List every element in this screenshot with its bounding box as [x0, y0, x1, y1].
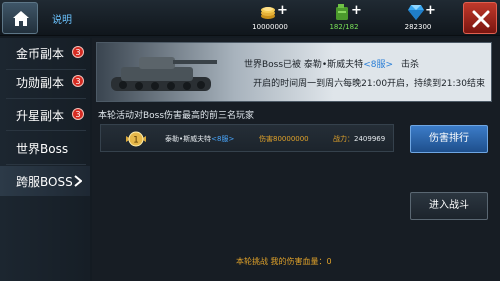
gold-value: 10000000: [252, 23, 288, 31]
my-damage-text: 本轮挑战 我的伤害血量：0: [236, 257, 332, 266]
sidebar-item-label: 跨服BOSS: [16, 175, 73, 189]
boss-banner: 世界Boss已被 泰勒•斯威夫特<8服> 击杀 开启的时间周一到周六每晚21:0…: [96, 42, 492, 102]
damage-ranking-button[interactable]: 伤害排行: [410, 125, 488, 153]
sidebar-item-merit-dungeon[interactable]: 功勋副本 3: [0, 67, 90, 97]
close-icon: [472, 10, 490, 28]
main-panel: 世界Boss已被 泰勒•斯威夫特<8服> 击杀 开启的时间周一到周六每晚21:0…: [92, 38, 500, 281]
stamina-value: 182/182: [329, 23, 359, 31]
notification-badge: 3: [72, 46, 84, 58]
sidebar-item-label: 金币副本: [16, 47, 65, 61]
power-label: 战力：: [333, 135, 354, 143]
diamond-icon: [408, 5, 424, 20]
sidebar-item-cross-server-boss[interactable]: 跨服BOSS: [0, 166, 90, 196]
notification-badge: 3: [72, 108, 84, 120]
gold-resource: + 10000000: [235, 3, 305, 35]
ranking-title: 本轮活动对Boss伤害最高的前三名玩家: [98, 111, 255, 121]
diamond-resource: + 282300: [383, 3, 453, 35]
add-stamina-button[interactable]: +: [351, 3, 362, 19]
gold-coins-icon: [261, 7, 275, 19]
home-button[interactable]: [2, 2, 38, 34]
add-gold-button[interactable]: +: [277, 3, 288, 19]
boss-killed-text: 世界Boss已被 泰勒•斯威夫特<8服>: [244, 57, 393, 70]
sidebar-item-label: 世界Boss: [16, 142, 69, 156]
player-server: <8服>: [211, 135, 235, 143]
tank-image: [111, 57, 217, 91]
sidebar: 金币副本 3 功勋副本 3 升星副本 3 世界Boss 跨服BOSS: [0, 38, 90, 281]
player-name-text: 泰勒•斯威夫特: [165, 135, 212, 143]
player-power: 战力：2409969: [333, 134, 385, 144]
divider: [6, 130, 86, 131]
killer-name: 世界Boss已被 泰勒•斯威夫特: [243, 60, 364, 70]
sidebar-item-label: 功勋副本: [16, 76, 65, 90]
ranking-row: 1 泰勒•斯威夫特<8服> 伤害80000000 战力：2409969: [100, 124, 394, 152]
player-damage: 伤害80000000: [259, 135, 309, 143]
stamina-resource: + 182/182: [309, 3, 379, 35]
svg-text:1: 1: [133, 136, 139, 146]
killer-server: <8服>: [363, 60, 393, 70]
player-name: 泰勒•斯威夫特<8服>: [165, 134, 234, 144]
help-link[interactable]: 说明: [52, 11, 72, 26]
divider: [6, 164, 86, 165]
sidebar-item-world-boss[interactable]: 世界Boss: [0, 133, 90, 163]
top-bar: 说明 + 10000000 + 182/182 + 282300: [0, 0, 500, 36]
rank-1-medal-icon: 1: [126, 131, 146, 147]
enter-battle-button[interactable]: 进入战斗: [410, 192, 488, 220]
chevron-right-icon: [74, 175, 82, 187]
add-diamond-button[interactable]: +: [425, 3, 436, 19]
diamond-value: 282300: [404, 23, 432, 31]
close-button[interactable]: [463, 2, 497, 34]
home-icon: [13, 11, 29, 26]
power-value: 2409969: [354, 135, 386, 143]
notification-badge: 3: [72, 75, 84, 87]
divider: [6, 98, 86, 99]
sidebar-item-star-dungeon[interactable]: 升星副本 3: [0, 100, 90, 130]
fuel-can-icon: [336, 4, 348, 20]
kill-suffix: 击杀: [400, 60, 419, 70]
schedule-text: 开启的时间周一到周六每晚21:00开启，持续到21:30结束: [253, 79, 485, 89]
sidebar-item-gold-dungeon[interactable]: 金币副本 3: [0, 38, 90, 68]
sidebar-item-label: 升星副本: [16, 109, 65, 123]
